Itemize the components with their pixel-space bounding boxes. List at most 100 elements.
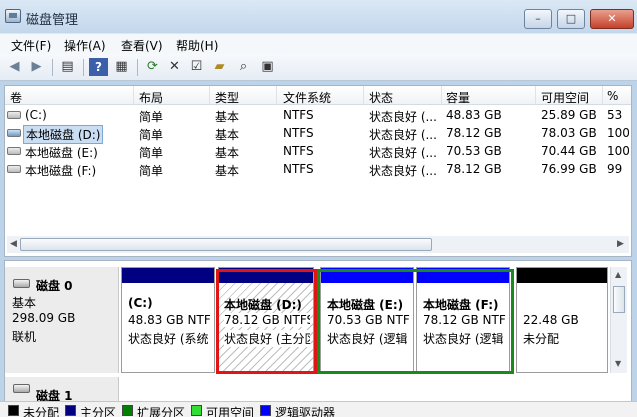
legend-swatch-unallocated — [8, 405, 19, 416]
column-filesystem[interactable]: 文件系统 — [283, 89, 331, 106]
open-icon[interactable]: ▰ — [210, 58, 229, 76]
disk-0-info[interactable]: 磁盘 0 基本 298.09 GB 联机 — [5, 267, 119, 373]
table-row[interactable]: 本地磁盘 (E:) 简单 基本 NTFS 状态良好 (... 70.53 GB … — [5, 142, 631, 160]
partition-status: 未分配 — [523, 332, 560, 346]
legend-swatch-logical — [260, 405, 271, 416]
forward-icon[interactable]: ▶ — [27, 58, 46, 76]
close-button[interactable]: ✕ — [590, 9, 634, 29]
table-row[interactable]: 本地磁盘 (D:) 简单 基本 NTFS 状态良好 (... 78.12 GB … — [5, 124, 631, 144]
cell-status: 状态良好 (... — [369, 146, 437, 160]
disk-type: 基本 — [12, 296, 37, 310]
partition-status: 状态良好 (系统 — [128, 332, 209, 346]
back-icon[interactable]: ◀ — [5, 58, 24, 76]
cell-status: 状态良好 (... — [369, 164, 437, 178]
menu-bar: 文件(F) 操作(A) 查看(V) 帮助(H) — [0, 33, 637, 54]
legend-label: 扩展分区 — [137, 406, 186, 417]
drive-icon — [7, 111, 21, 119]
table-row[interactable]: 本地磁盘 (F:) 简单 基本 NTFS 状态良好 (... 78.12 GB … — [5, 160, 631, 178]
cell-percent: 53 — [607, 108, 623, 122]
list-header: 卷 布局 类型 文件系统 状态 容量 可用空间 % — [5, 86, 631, 105]
partition-unallocated[interactable]: 22.48 GB 未分配 — [516, 267, 608, 373]
disk-label: 磁盘 1 — [36, 389, 73, 402]
scroll-thumb[interactable] — [613, 286, 625, 313]
legend-bar: 未分配 主分区 扩展分区 可用空间 逻辑驱动器 — [0, 401, 637, 417]
disk-size: 298.09 GB — [12, 311, 76, 325]
scroll-right-icon[interactable]: ▶ — [617, 239, 624, 249]
cell-filesystem: NTFS — [283, 108, 314, 122]
column-divider[interactable] — [276, 86, 277, 105]
column-capacity[interactable]: 容量 — [446, 89, 470, 106]
partition-size: 22.48 GB — [523, 313, 579, 327]
table-row[interactable]: (C:) 简单 基本 NTFS 状态良好 (... 48.83 GB 25.89… — [5, 106, 631, 124]
drive-icon — [7, 147, 21, 155]
partition-title: (C:) — [128, 296, 153, 310]
disk-state: 联机 — [12, 330, 37, 344]
partition-bar — [122, 268, 214, 283]
column-divider[interactable] — [441, 86, 442, 105]
column-divider[interactable] — [133, 86, 134, 105]
menu-file[interactable]: 文件(F) — [11, 37, 51, 54]
cell-type: 基本 — [215, 128, 240, 142]
column-type[interactable]: 类型 — [215, 89, 239, 106]
cell-status: 状态良好 (... — [369, 110, 437, 124]
scroll-up-icon[interactable]: ▲ — [615, 270, 621, 279]
menu-action[interactable]: 操作(A) — [64, 37, 106, 54]
toolbar-separator — [83, 59, 84, 76]
column-volume[interactable]: 卷 — [10, 89, 22, 106]
column-divider[interactable] — [602, 86, 603, 105]
cell-status: 状态良好 (... — [369, 128, 437, 142]
help-icon[interactable]: ? — [89, 58, 108, 76]
column-percent[interactable]: % — [607, 89, 618, 103]
toolbar-separator — [52, 59, 53, 76]
minimize-button[interactable]: – — [524, 9, 552, 29]
cell-free: 78.03 GB — [541, 126, 597, 140]
horizontal-scrollbar[interactable]: ◀ ▶ — [7, 236, 629, 253]
console-tree-icon[interactable]: ▤ — [58, 58, 77, 76]
vertical-scrollbar[interactable]: ▲ ▼ — [610, 267, 627, 373]
refresh-icon[interactable]: ⟳ — [143, 58, 162, 76]
cell-capacity: 48.83 GB — [446, 108, 502, 122]
partition-bar — [517, 268, 607, 283]
partition-c[interactable]: (C:) 48.83 GB NTF 状态良好 (系统 — [121, 267, 215, 373]
cell-percent: 99 — [607, 162, 623, 176]
scroll-thumb[interactable] — [20, 238, 432, 251]
column-free[interactable]: 可用空间 — [541, 89, 589, 106]
legend-label: 可用空间 — [206, 406, 255, 417]
legend-label: 逻辑驱动器 — [275, 406, 336, 417]
properties-pane-icon[interactable]: ▦ — [112, 58, 131, 76]
extended-partition-outline — [317, 269, 514, 374]
cell-layout: 简单 — [139, 128, 164, 142]
column-status[interactable]: 状态 — [369, 89, 393, 106]
cell-free: 70.44 GB — [541, 144, 597, 158]
cell-capacity: 78.12 GB — [446, 162, 502, 176]
maximize-button[interactable]: □ — [557, 9, 585, 29]
column-layout[interactable]: 布局 — [139, 89, 163, 106]
cell-capacity: 78.12 GB — [446, 126, 502, 140]
cell-volume: 本地磁盘 (F:) — [25, 164, 97, 178]
cell-percent: 100 — [607, 126, 629, 140]
delete-icon[interactable]: ✕ — [165, 58, 184, 76]
settings-icon[interactable]: ▣ — [258, 58, 277, 76]
partition-size: 48.83 GB NTF — [128, 313, 211, 327]
cell-free: 76.99 GB — [541, 162, 597, 176]
cell-layout: 简单 — [139, 164, 164, 178]
disk-icon — [13, 384, 30, 393]
menu-help[interactable]: 帮助(H) — [176, 37, 218, 54]
cell-filesystem: NTFS — [283, 162, 314, 176]
selection-outline — [216, 269, 317, 374]
column-divider[interactable] — [209, 86, 210, 105]
toolbar-separator — [137, 59, 138, 76]
column-divider[interactable] — [535, 86, 536, 105]
disk-1-info[interactable]: 磁盘 1 — [5, 377, 119, 402]
scroll-left-icon[interactable]: ◀ — [10, 239, 17, 249]
menu-view[interactable]: 查看(V) — [121, 37, 163, 54]
cell-type: 基本 — [215, 146, 240, 160]
scroll-down-icon[interactable]: ▼ — [615, 359, 621, 368]
column-divider[interactable] — [363, 86, 364, 105]
cell-layout: 简单 — [139, 146, 164, 160]
cell-layout: 简单 — [139, 110, 164, 124]
explore-icon[interactable]: ⌕ — [234, 58, 253, 76]
properties-icon[interactable]: ☑ — [187, 58, 206, 76]
legend-swatch-primary — [65, 405, 76, 416]
cell-capacity: 70.53 GB — [446, 144, 502, 158]
